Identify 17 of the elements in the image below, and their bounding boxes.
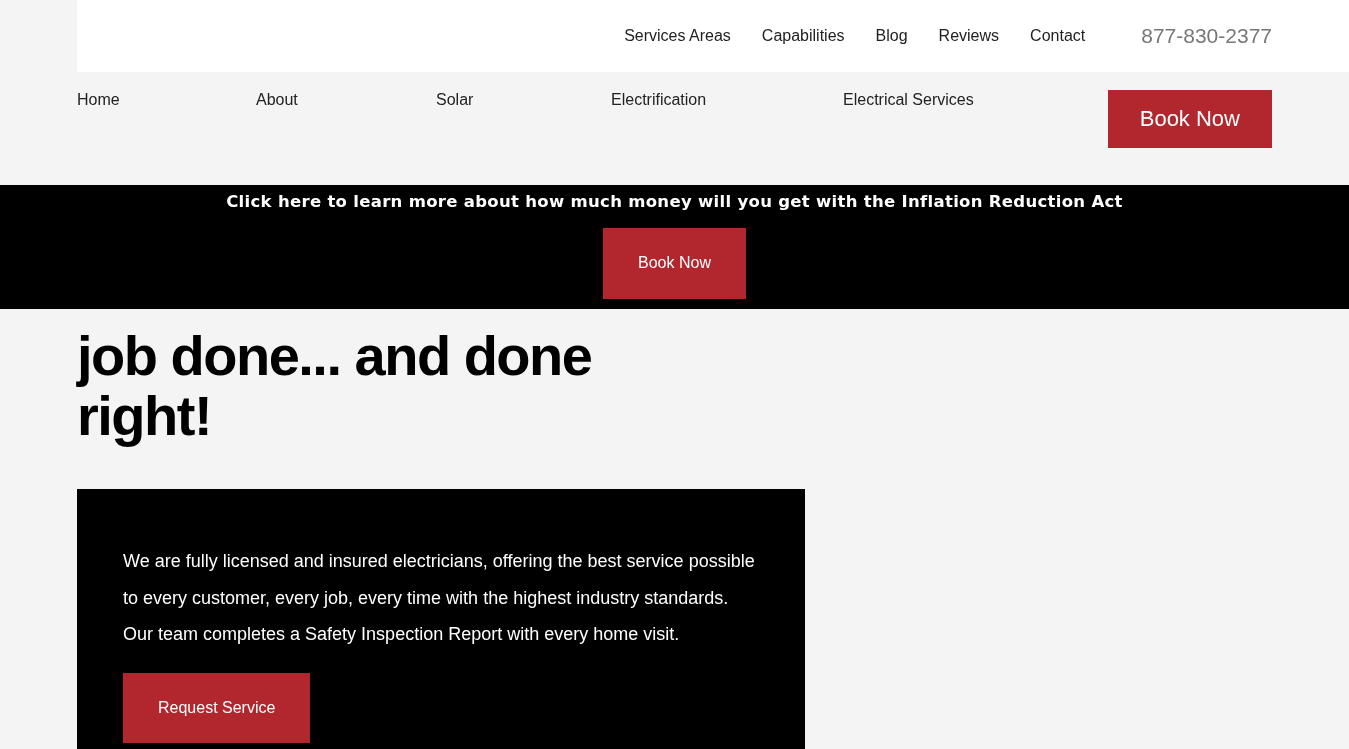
intro-text: We are fully licensed and insured electricians, offering the best service possible to every customer, every job, every time with the highest industry standards. Our team completes a Safety Inspection Report with every home visit. xyxy=(123,550,756,646)
request-service-button[interactable]: Request Service xyxy=(123,672,311,743)
nav-link[interactable]: Services Areas xyxy=(624,27,731,45)
nav-link[interactable]: Blog xyxy=(875,27,908,45)
promo-link[interactable]: Click here to learn more about how much money will you get with the Inflation Reduction Act xyxy=(226,192,1123,211)
book-now-button[interactable]: Book Now xyxy=(1107,90,1272,148)
book-now-button[interactable]: Book Now xyxy=(603,228,746,299)
nav-link[interactable]: Solar xyxy=(436,91,611,109)
nav-link[interactable]: Home xyxy=(77,91,256,109)
nav-link[interactable]: Capabilities xyxy=(761,27,845,45)
nav-link[interactable]: Electrical Services xyxy=(843,91,1108,109)
nav-link[interactable]: About xyxy=(256,91,436,109)
nav-link[interactable]: Reviews xyxy=(938,27,1000,45)
nav-link[interactable]: Contact xyxy=(1030,27,1086,45)
phone-number: 877-830-2377 xyxy=(1141,24,1272,48)
nav-link[interactable]: Electrification xyxy=(611,91,843,109)
hero-heading: job done... and done right! xyxy=(77,326,593,446)
